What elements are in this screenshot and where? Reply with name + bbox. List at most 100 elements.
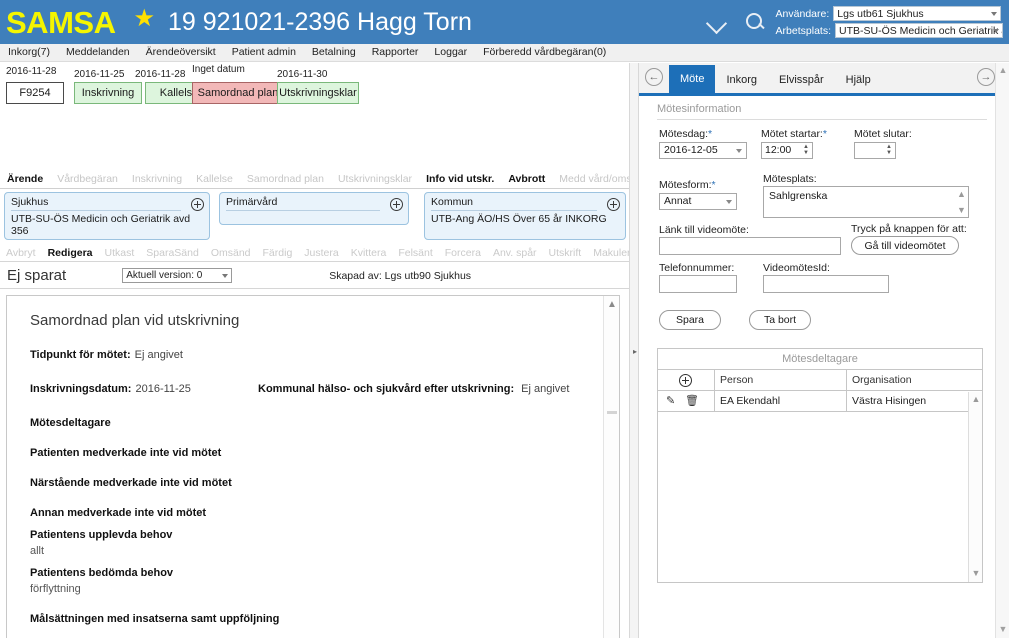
action-button: Utkast <box>104 247 135 259</box>
spinner-icon[interactable]: ▲ ▼ <box>885 144 893 157</box>
meeting-form-select[interactable]: Annat <box>659 193 737 210</box>
save-button[interactable]: Spara <box>659 310 721 330</box>
add-circle-icon[interactable] <box>607 198 620 211</box>
chevron-up-icon[interactable]: ▲ <box>971 394 981 406</box>
document-section-heading: Närstående medverkade inte vid mötet <box>30 477 232 489</box>
unit-boxes: Sjukhus UTB-SU-ÖS Medicin och Geriatrik a… <box>0 192 631 242</box>
meeting-place-textarea[interactable]: Sahlgrenska ▲ ▼ <box>763 186 969 218</box>
action-button: Färdig <box>262 247 293 259</box>
timeline-step[interactable]: Inskrivning <box>74 82 142 104</box>
action-button: Forcera <box>444 247 481 259</box>
right-tab[interactable]: Elvisspår <box>768 68 835 93</box>
document-section-heading: Målsättningen med insatserna samt uppföl… <box>30 613 280 625</box>
unit-box: Primärvård <box>219 192 409 225</box>
chevron-down-icon[interactable] <box>706 11 728 33</box>
chevron-up-icon[interactable]: ▲ <box>604 296 619 312</box>
pencil-icon[interactable]: ✎ <box>666 394 675 407</box>
video-link-input[interactable] <box>659 237 841 255</box>
workplace-value: UTB-SU-ÖS Medicin och Geriatrik avc <box>839 25 1003 37</box>
workplace-select[interactable]: UTB-SU-ÖS Medicin och Geriatrik avc <box>835 23 1003 38</box>
menu-item[interactable]: Förberedd vårdbegäran(0) <box>475 44 614 61</box>
right-tab[interactable]: Hjälp <box>835 68 882 93</box>
splitter-handle-icon[interactable]: ▸ <box>632 347 638 356</box>
document-section-heading: Patienten medverkade inte vid mötet <box>30 447 222 459</box>
document-section-heading: Mötesdeltagare <box>30 417 111 429</box>
meeting-end-input[interactable]: ▲ ▼ <box>854 142 896 159</box>
arrow-left-circle-icon[interactable]: ← <box>645 68 663 86</box>
right-panel: ← Möte Inkorg Elvisspår Hjälp → Mötesinform… <box>639 63 1001 638</box>
document-body: Samordnad plan vid utskrivning Tidpunkt … <box>7 296 604 638</box>
panel-splitter[interactable]: ▸ <box>629 63 639 638</box>
chevron-up-icon[interactable]: ▲ <box>957 189 966 199</box>
chevron-down-icon[interactable]: ▼ <box>971 568 981 580</box>
arrow-right-circle-icon[interactable]: → <box>977 68 995 86</box>
action-toolbar: Avbryt Redigera Utkast SparaSänd Omsänd Färdi… <box>0 245 631 262</box>
action-button: Anv. spår <box>492 247 537 259</box>
patient-name: 19 921021-2396 Hagg Torn <box>167 7 472 36</box>
action-button: Avbryt <box>6 247 36 259</box>
timeline-step[interactable]: Samordnad plan <box>192 82 284 104</box>
save-status: Ej sparat <box>7 267 67 284</box>
textarea-scrollbar[interactable]: ▲ ▼ <box>956 188 967 216</box>
case-tab[interactable]: Avbrott <box>501 171 552 188</box>
add-circle-icon[interactable] <box>390 198 403 211</box>
trash-icon[interactable]: 🗑 <box>685 394 699 407</box>
menu-item[interactable]: Rapporter <box>364 44 427 61</box>
document-vertical-scrollbar[interactable]: ▲ ▼ <box>603 296 619 638</box>
menu-item[interactable]: Loggar <box>426 44 475 61</box>
spinner-icon[interactable]: ▲ ▼ <box>802 144 810 157</box>
document-title: Samordnad plan vid utskrivning <box>30 312 240 329</box>
chevron-up-icon[interactable]: ▲ <box>998 65 1008 77</box>
scroll-thumb[interactable] <box>607 411 617 414</box>
document-section-heading: Patientens bedömda behov <box>30 567 174 579</box>
menu-item[interactable]: Meddelanden <box>58 44 138 61</box>
action-button[interactable]: Redigera <box>42 245 99 261</box>
menu-item[interactable]: Ärendeöversikt <box>138 44 224 61</box>
case-tab[interactable]: Ärende <box>0 171 50 188</box>
case-tab: Samordnad plan <box>246 173 324 185</box>
case-tab: Kallelse <box>196 173 233 185</box>
menu-item[interactable]: Patient admin <box>224 44 304 61</box>
unit-box: Kommun UTB-Ang ÄO/HS Över 65 år INKORG <box>424 192 626 240</box>
delete-button[interactable]: Ta bort <box>749 310 811 330</box>
left-panel: 2016-11-28 F9254 2016-11-25 Inskrivning 2016… <box>0 63 631 638</box>
user-select[interactable]: Lgs utb61 Sjukhus <box>833 6 1002 21</box>
video-id-input[interactable] <box>763 275 889 293</box>
unit-box-value: UTB-Ang ÄO/HS Över 65 år INKORG <box>431 213 607 225</box>
label-text: Mötet startar: <box>761 128 823 140</box>
case-tab[interactable]: Info vid utskr. <box>419 171 501 188</box>
table-row[interactable]: ✎ 🗑 EA Ekendahl Västra Hisingen <box>658 391 982 412</box>
participants-rows: ✎ 🗑 EA Ekendahl Västra Hisingen <box>658 391 982 412</box>
unit-box-label: Sjukhus <box>11 196 181 211</box>
participants-scrollbar[interactable]: ▲ ▼ <box>968 392 982 582</box>
right-tab[interactable]: Möte <box>669 65 716 93</box>
search-icon[interactable] <box>744 11 766 33</box>
star-icon[interactable]: ★ <box>133 7 155 31</box>
timeline-step[interactable]: F9254 <box>6 82 64 104</box>
meeting-start-input[interactable]: 12:00 ▲ ▼ <box>761 142 813 159</box>
version-select[interactable]: Aktuell version: 0 <box>122 268 233 283</box>
chevron-down-icon[interactable]: ▼ <box>998 624 1008 636</box>
participants-caption: Mötesdeltagare <box>658 349 982 370</box>
main-menu-bar: Inkorg(7) Meddelanden Ärendeöversikt Patien… <box>0 44 1009 62</box>
page-vertical-scrollbar[interactable]: ▲ ▼ <box>995 63 1009 638</box>
label-text: Mötesform: <box>659 179 712 191</box>
action-button: SparaSänd <box>146 247 199 259</box>
timeline-date: Inget datum <box>192 64 245 75</box>
action-button: Kvittera <box>350 247 387 259</box>
case-tab: Inskrivning <box>131 173 183 185</box>
case-tab-row: Ärende Vårdbegäran Inskrivning Kallelse Samo… <box>0 171 631 189</box>
add-circle-icon[interactable] <box>679 374 692 387</box>
meeting-day-select[interactable]: 2016-12-05 <box>659 142 747 159</box>
document-section-text: allt <box>30 545 45 557</box>
right-tab[interactable]: Inkorg <box>715 68 768 93</box>
menu-item[interactable]: Betalning <box>304 44 364 61</box>
column-header-organisation: Organisation <box>852 374 912 386</box>
section-title: Mötesinformation <box>657 103 987 120</box>
chevron-down-icon[interactable]: ▼ <box>957 205 966 215</box>
go-to-video-meeting-button[interactable]: Gå till videomötet <box>851 236 959 255</box>
timeline-step[interactable]: Utskrivningsklar <box>277 82 359 104</box>
add-circle-icon[interactable] <box>191 198 204 211</box>
menu-item[interactable]: Inkorg(7) <box>0 44 58 61</box>
phone-input[interactable] <box>659 275 737 293</box>
